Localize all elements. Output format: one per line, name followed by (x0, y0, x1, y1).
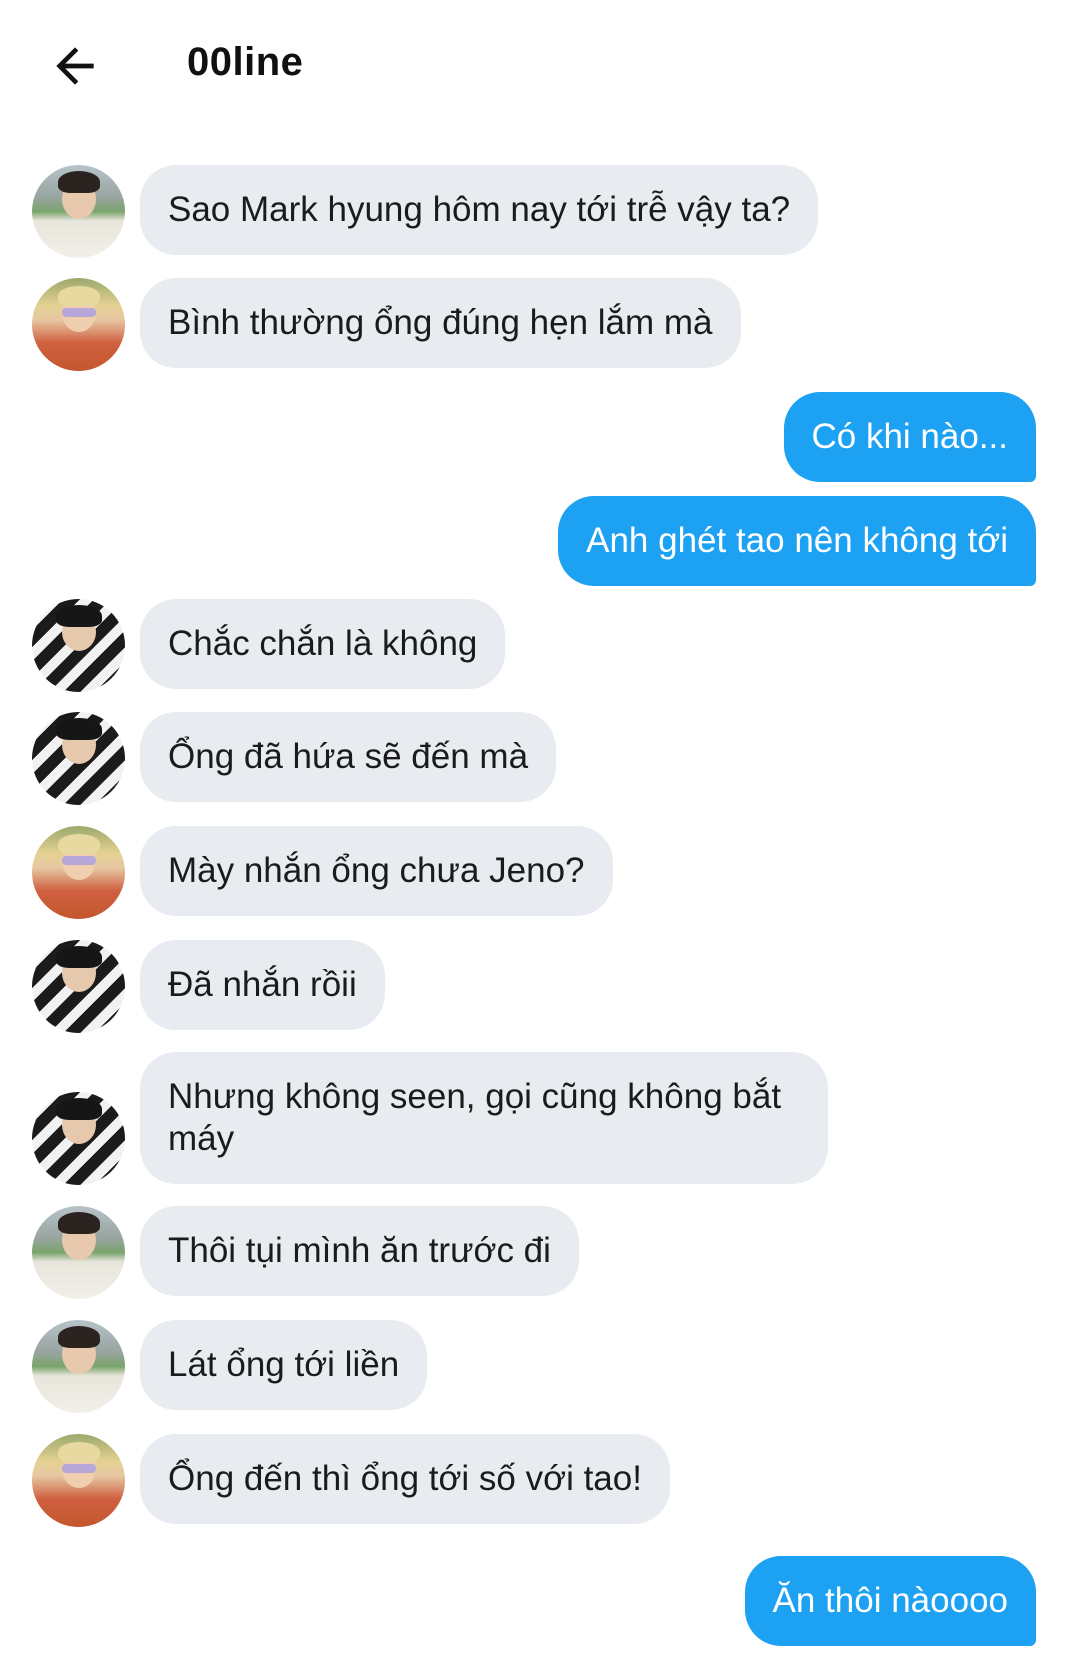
message-row: Ăn thôi nàoooo (0, 1556, 1080, 1649)
message-bubble-incoming[interactable]: Ổng đã hứa sẽ đến mà (140, 712, 557, 802)
message-text: Bình thường ổng đúng hẹn lắm mà (168, 303, 713, 342)
message-text: Lát ổng tới liền (168, 1345, 400, 1384)
message-row: Chắc chắn là không (0, 599, 1080, 692)
avatar-striped-shirt[interactable] (32, 1092, 125, 1185)
message-row: Thôi tụi mình ăn trước đi (0, 1206, 1080, 1299)
message-row: Lát ổng tới liền (0, 1320, 1080, 1413)
message-bubble-incoming[interactable]: Sao Mark hyung hôm nay tới trễ vậy ta? (140, 165, 819, 255)
message-bubble-outgoing[interactable]: Anh ghét tao nên không tới (558, 496, 1036, 586)
message-bubble-incoming[interactable]: Lát ổng tới liền (140, 1320, 428, 1410)
message-text: Có khi nào... (811, 417, 1009, 456)
message-row: Bình thường ổng đúng hẹn lắm mà (0, 278, 1080, 371)
message-bubble-incoming[interactable]: Thôi tụi mình ăn trước đi (140, 1206, 579, 1296)
message-bubble-incoming[interactable]: Đã nhắn rồii (140, 940, 385, 1030)
message-row: Nhưng không seen, gọi cũng không bắt máy (0, 1052, 1080, 1186)
message-row: Ổng đến thì ổng tới số với tao! (0, 1434, 1080, 1527)
message-bubble-outgoing[interactable]: Ăn thôi nàoooo (744, 1556, 1036, 1646)
avatar-striped-shirt[interactable] (32, 599, 125, 692)
avatar-boy-white-shirt[interactable] (32, 1320, 125, 1413)
avatar-striped-shirt[interactable] (32, 712, 125, 805)
message-text: Ổng đến thì ổng tới số với tao! (168, 1459, 642, 1498)
message-text: Đã nhắn rồii (168, 965, 357, 1004)
message-row: Ổng đã hứa sẽ đến mà (0, 712, 1080, 805)
message-text: Chắc chắn là không (168, 624, 478, 663)
message-row: Mày nhắn ổng chưa Jeno? (0, 826, 1080, 919)
avatar-blonde-sunglasses[interactable] (32, 278, 125, 371)
message-text: Thôi tụi mình ăn trước đi (168, 1231, 551, 1270)
message-text: Anh ghét tao nên không tới (586, 521, 1008, 560)
message-text: Nhưng không seen, gọi cũng không bắt máy (168, 1077, 782, 1158)
message-bubble-incoming[interactable]: Mày nhắn ổng chưa Jeno? (140, 826, 613, 916)
message-row: Có khi nào... (0, 392, 1080, 485)
message-text: Sao Mark hyung hôm nay tới trễ vậy ta? (168, 190, 791, 229)
message-bubble-incoming[interactable]: Nhưng không seen, gọi cũng không bắt máy (140, 1052, 828, 1184)
message-text: Ổng đã hứa sẽ đến mà (168, 737, 529, 776)
avatar-blonde-sunglasses[interactable] (32, 1434, 125, 1527)
message-row: Đã nhắn rồii (0, 940, 1080, 1033)
avatar-boy-white-shirt[interactable] (32, 1206, 125, 1299)
message-row: Anh ghét tao nên không tới (0, 496, 1080, 589)
message-row: Sao Mark hyung hôm nay tới trễ vậy ta? (0, 165, 1080, 258)
message-text: Mày nhắn ổng chưa Jeno? (168, 851, 585, 890)
message-bubble-incoming[interactable]: Ổng đến thì ổng tới số với tao! (140, 1434, 670, 1524)
avatar-striped-shirt[interactable] (32, 940, 125, 1033)
avatar-boy-white-shirt[interactable] (32, 165, 125, 258)
message-bubble-outgoing[interactable]: Có khi nào... (783, 392, 1036, 482)
message-text: Ăn thôi nàoooo (772, 1581, 1008, 1620)
avatar-blonde-sunglasses[interactable] (32, 826, 125, 919)
message-bubble-incoming[interactable]: Chắc chắn là không (140, 599, 506, 689)
message-thread[interactable]: Sao Mark hyung hôm nay tới trễ vậy ta? B… (0, 0, 1080, 1679)
chat-screen: 00line Sao Mark hyung hôm nay tới trễ vậ… (0, 0, 1080, 1679)
message-bubble-incoming[interactable]: Bình thường ổng đúng hẹn lắm mà (140, 278, 741, 368)
